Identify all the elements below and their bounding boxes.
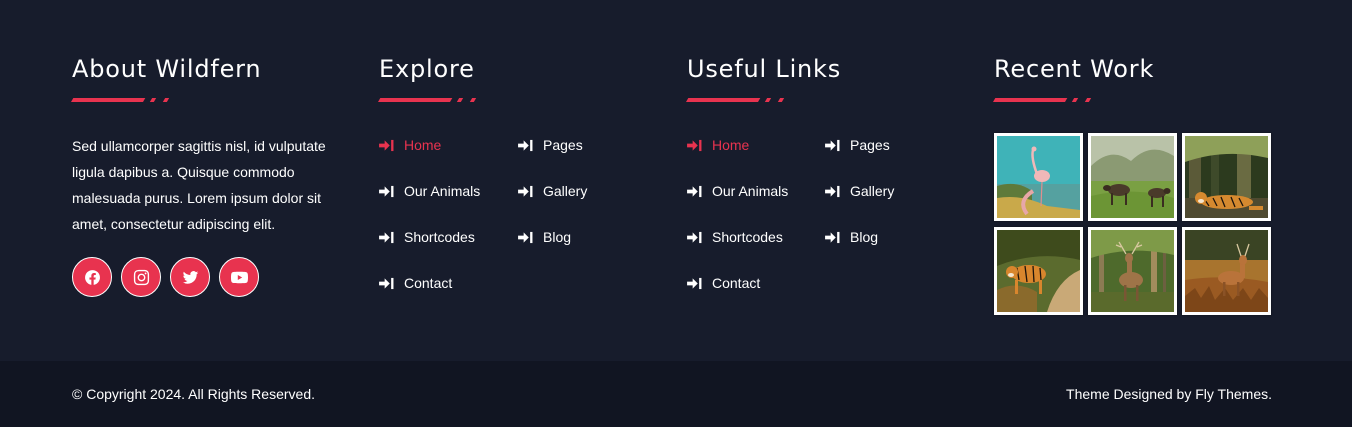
sign-in-icon (379, 185, 394, 198)
facebook-icon (84, 269, 100, 285)
sign-in-icon (687, 185, 702, 198)
sign-in-icon (687, 277, 702, 290)
tiger-resting-image (1185, 136, 1268, 218)
heading-underline (378, 97, 498, 103)
link-label: Shortcodes (404, 229, 475, 245)
youtube-icon (230, 271, 248, 283)
useful-link-contact[interactable]: Contact (687, 271, 760, 295)
deer-forest-image (1091, 230, 1174, 312)
sign-in-icon (518, 231, 533, 244)
heading-underline (686, 97, 806, 103)
gallery-thumb-tiger-resting[interactable] (1182, 133, 1271, 221)
wildebeest-image (1091, 136, 1174, 218)
heading-underline (71, 97, 191, 103)
explore-link-gallery[interactable]: Gallery (518, 179, 587, 203)
link-label: Contact (404, 275, 453, 291)
explore-link-pages[interactable]: Pages (518, 133, 583, 157)
gallery-thumb-wildebeest[interactable] (1088, 133, 1177, 221)
flamingo-image (997, 136, 1080, 218)
gallery-thumb-tiger-walking[interactable] (994, 227, 1083, 315)
about-heading: About Wildfern (72, 55, 262, 83)
link-label: Contact (712, 275, 761, 291)
link-label: Our Animals (404, 183, 481, 199)
deer-field-image (1185, 230, 1268, 312)
explore-heading: Explore (379, 55, 475, 83)
link-label: Home (404, 137, 442, 153)
useful-link-blog[interactable]: Blog (825, 225, 878, 249)
link-label: Gallery (543, 183, 588, 199)
social-links (72, 257, 259, 297)
link-label: Pages (543, 137, 583, 153)
fly-themes-link[interactable]: Fly Themes (1195, 386, 1268, 402)
twitter-button[interactable] (170, 257, 210, 297)
link-label: Home (712, 137, 750, 153)
sign-in-icon (687, 139, 702, 152)
facebook-button[interactable] (72, 257, 112, 297)
credit-suffix: . (1268, 386, 1272, 402)
gallery-thumb-deer-field[interactable] (1182, 227, 1271, 315)
theme-credit: Theme Designed by Fly Themes. (1066, 386, 1272, 402)
gallery-thumb-flamingo[interactable] (994, 133, 1083, 221)
explore-link-contact[interactable]: Contact (379, 271, 452, 295)
link-label: Gallery (850, 183, 895, 199)
instagram-button[interactable] (121, 257, 161, 297)
recent-work-heading: Recent Work (994, 55, 1155, 83)
tiger-walking-image (997, 230, 1080, 312)
link-label: Our Animals (712, 183, 789, 199)
sign-in-icon (825, 231, 840, 244)
link-label: Pages (850, 137, 890, 153)
useful-link-shortcodes[interactable]: Shortcodes (687, 225, 783, 249)
about-text: Sed ullamcorper sagittis nisl, id vulput… (72, 138, 326, 232)
sign-in-icon (825, 139, 840, 152)
explore-link-home[interactable]: Home (379, 133, 441, 157)
footer-main: About Wildfern Sed ullamcorper sagittis … (0, 0, 1352, 361)
youtube-button[interactable] (219, 257, 259, 297)
copyright-text: © Copyright 2024. All Rights Reserved. (72, 386, 315, 402)
useful-links-heading: Useful Links (687, 55, 842, 83)
useful-link-pages[interactable]: Pages (825, 133, 890, 157)
sign-in-icon (379, 139, 394, 152)
heading-underline (993, 97, 1113, 103)
twitter-icon (182, 270, 198, 284)
explore-link-shortcodes[interactable]: Shortcodes (379, 225, 475, 249)
gallery-thumb-deer-forest[interactable] (1088, 227, 1177, 315)
link-label: Blog (850, 229, 879, 245)
link-label: Shortcodes (712, 229, 783, 245)
explore-link-blog[interactable]: Blog (518, 225, 571, 249)
useful-link-our-animals[interactable]: Our Animals (687, 179, 788, 203)
link-label: Blog (543, 229, 572, 245)
credit-prefix: Theme Designed by (1066, 386, 1196, 402)
sign-in-icon (825, 185, 840, 198)
useful-link-home[interactable]: Home (687, 133, 749, 157)
sign-in-icon (379, 277, 394, 290)
sign-in-icon (687, 231, 702, 244)
sign-in-icon (518, 139, 533, 152)
sign-in-icon (518, 185, 533, 198)
explore-link-our-animals[interactable]: Our Animals (379, 179, 480, 203)
useful-link-gallery[interactable]: Gallery (825, 179, 894, 203)
instagram-icon (133, 269, 149, 285)
sign-in-icon (379, 231, 394, 244)
